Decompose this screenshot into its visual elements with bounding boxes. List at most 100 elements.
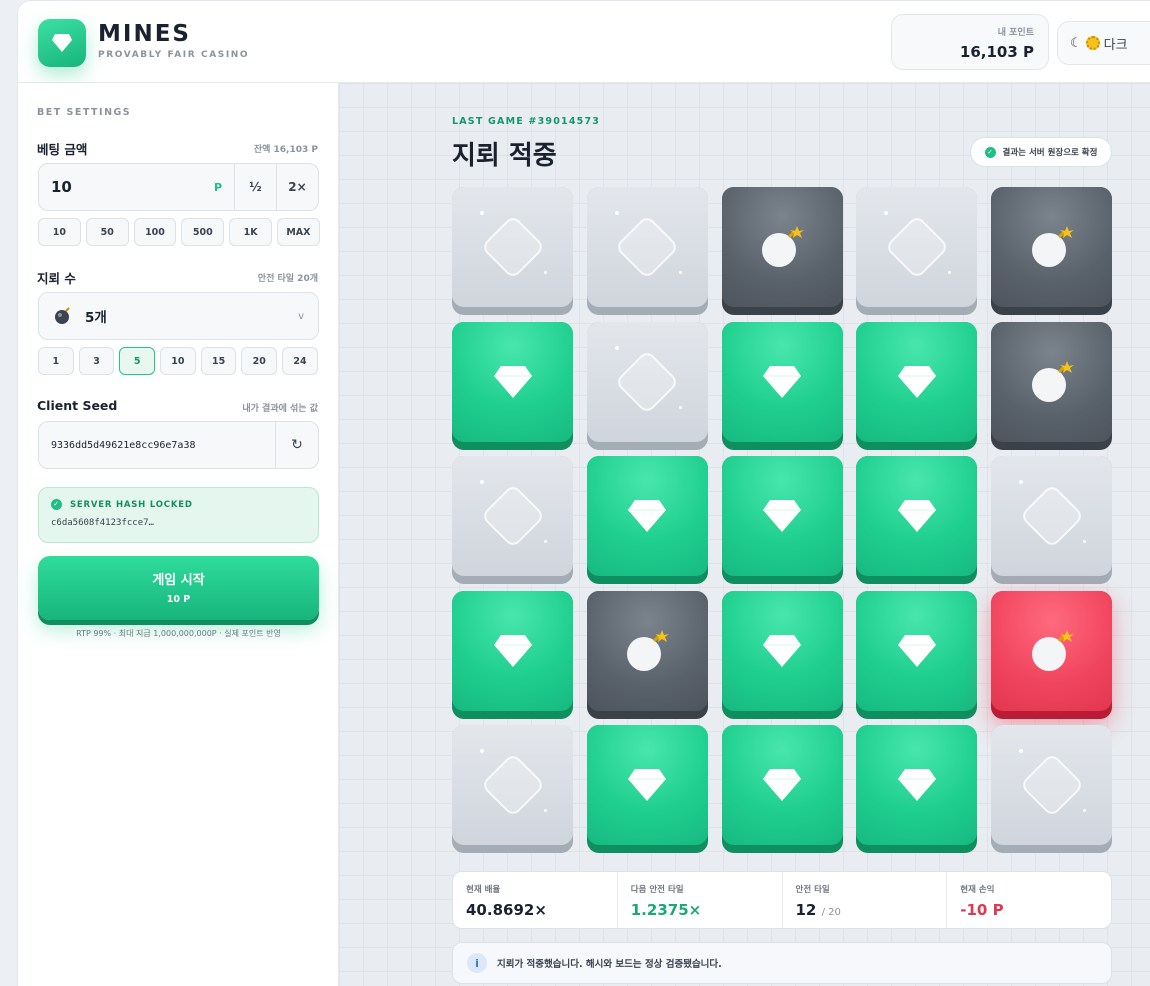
sparkle-icon bbox=[1083, 809, 1086, 812]
check-icon: ✓ bbox=[51, 499, 62, 510]
gem-icon bbox=[897, 634, 936, 667]
tile-face bbox=[586, 187, 708, 307]
mine-tile-hidden[interactable] bbox=[991, 456, 1112, 584]
mine-tile-gem[interactable] bbox=[452, 321, 573, 450]
mine-tile-bomb[interactable] bbox=[991, 187, 1112, 315]
theme-toggle-button[interactable]: ☾ 다크 bbox=[1057, 21, 1150, 65]
mines-grid bbox=[452, 187, 1112, 853]
half-bet-button[interactable]: ½ bbox=[234, 164, 276, 210]
game-board-area: LAST GAME #39014573 지뢰 적중 ✓ 결과는 서버 원장으로 … bbox=[339, 83, 1150, 986]
mine-tile-gem[interactable] bbox=[856, 456, 978, 584]
tile-face bbox=[452, 590, 573, 711]
mine-tile-boom[interactable] bbox=[991, 590, 1112, 719]
gem-icon bbox=[628, 769, 667, 801]
info-bar: i 지뢰가 적중했습니다. 해시와 보드는 정상 검증됐습니다. bbox=[452, 942, 1112, 984]
section-title: BET SETTINGS bbox=[37, 107, 132, 118]
tile-face bbox=[721, 321, 843, 442]
tile-face bbox=[856, 321, 978, 442]
brand-name: MINES bbox=[98, 21, 191, 47]
mine-count-chip[interactable]: 10 bbox=[160, 347, 196, 375]
info-icon: i bbox=[467, 953, 487, 973]
mine-tile-gem[interactable] bbox=[721, 725, 843, 853]
sparkle-icon bbox=[678, 271, 682, 274]
client-seed-value[interactable]: 9336dd5d49621e8cc96e7a38 bbox=[39, 422, 275, 468]
mine-count-chip[interactable]: 15 bbox=[200, 347, 237, 375]
mine-tile-bomb[interactable] bbox=[721, 187, 843, 315]
gem-icon bbox=[897, 365, 936, 398]
ledger-confirm-label: 결과는 서버 원장으로 확정 bbox=[1002, 148, 1098, 158]
bet-chip[interactable]: 100 bbox=[133, 218, 177, 246]
mine-count-chip[interactable]: 20 bbox=[241, 347, 278, 375]
mine-count-chip[interactable]: 5 bbox=[119, 347, 156, 375]
hidden-tile-icon bbox=[884, 214, 950, 280]
mine-tile-gem[interactable] bbox=[721, 321, 843, 450]
brand-tagline: PROVABLY FAIR CASINO bbox=[98, 50, 250, 60]
gem-icon bbox=[628, 500, 667, 532]
mine-tile-hidden[interactable] bbox=[856, 187, 978, 315]
double-bet-button[interactable]: 2× bbox=[276, 164, 318, 210]
mine-tile-gem[interactable] bbox=[856, 590, 978, 719]
rtp-note: RTP 99% · 최대 지급 1,000,000,000P · 실제 포인트 … bbox=[76, 629, 281, 638]
bet-amount-label: 베팅 금액 bbox=[37, 142, 88, 157]
stat-value-text: 1.2375× bbox=[630, 901, 702, 919]
client-seed-input[interactable]: 9336dd5d49621e8cc96e7a38 ↻ bbox=[38, 421, 319, 469]
sparkle-icon bbox=[1083, 540, 1086, 543]
bet-chip[interactable]: 1K bbox=[229, 218, 272, 246]
bet-chip[interactable]: MAX bbox=[276, 218, 320, 246]
tile-face bbox=[721, 187, 843, 307]
mines-count-label: 지뢰 수 bbox=[37, 271, 76, 286]
mine-tile-gem[interactable] bbox=[721, 590, 843, 719]
bet-amount-value[interactable]: 10 bbox=[51, 178, 72, 196]
points-display: 내 포인트 16,103 P bbox=[891, 14, 1049, 70]
mine-tile-gem[interactable] bbox=[721, 456, 843, 584]
moon-icon: ☾ bbox=[1070, 35, 1082, 51]
mine-tile-gem[interactable] bbox=[856, 321, 978, 450]
gem-logo-icon bbox=[52, 34, 72, 52]
mine-count-chip[interactable]: 24 bbox=[282, 347, 318, 375]
start-game-button[interactable]: 게임 시작 10 P bbox=[38, 556, 319, 620]
bomb-icon bbox=[1031, 226, 1074, 267]
hidden-tile-icon bbox=[479, 214, 546, 280]
mine-count-chip[interactable]: 1 bbox=[38, 347, 74, 375]
mine-tile-hidden[interactable] bbox=[586, 321, 708, 450]
mine-tile-hidden[interactable] bbox=[452, 456, 573, 584]
mine-tile-gem[interactable] bbox=[586, 725, 708, 853]
mine-tile-hidden[interactable] bbox=[452, 725, 573, 853]
mine-tile-hidden[interactable] bbox=[991, 725, 1112, 853]
gem-icon bbox=[763, 365, 801, 398]
stat-label: 현재 손익 bbox=[960, 885, 995, 895]
mine-tile-gem[interactable] bbox=[452, 590, 573, 719]
sparkle-icon bbox=[1019, 480, 1023, 484]
start-game-label: 게임 시작 bbox=[152, 573, 205, 588]
bet-settings-panel: BET SETTINGS 베팅 금액 잔액 16,103 P 10 P ½ 2×… bbox=[18, 83, 339, 986]
sparkle-icon bbox=[544, 540, 547, 543]
mine-tile-bomb[interactable] bbox=[991, 321, 1112, 450]
bet-chip[interactable]: 50 bbox=[85, 218, 129, 246]
mine-tile-hidden[interactable] bbox=[452, 187, 573, 315]
stat-value: -10 P bbox=[960, 901, 1098, 919]
gem-icon bbox=[897, 769, 936, 801]
tile-face bbox=[721, 590, 843, 711]
bet-chip[interactable]: 500 bbox=[181, 218, 225, 246]
sparkle-icon bbox=[678, 405, 682, 409]
stat-cell: 현재 손익 -10 P bbox=[947, 872, 1111, 928]
stat-label: 안전 타일 bbox=[795, 885, 830, 895]
mine-tile-gem[interactable] bbox=[856, 725, 978, 853]
mine-count-chip[interactable]: 3 bbox=[78, 347, 115, 375]
start-game-amount: 10 P bbox=[166, 594, 191, 605]
stat-value-text: -10 P bbox=[960, 901, 1004, 919]
mine-tile-bomb[interactable] bbox=[586, 590, 708, 719]
gem-icon bbox=[763, 500, 801, 532]
server-hash-title: SERVER HASH LOCKED bbox=[70, 499, 193, 510]
bomb-icon bbox=[55, 307, 70, 324]
bet-amount-input[interactable]: 10 P ½ 2× bbox=[38, 163, 319, 211]
mine-tile-hidden[interactable] bbox=[586, 187, 708, 315]
mine-tile-gem[interactable] bbox=[586, 456, 708, 584]
bet-chip[interactable]: 10 bbox=[38, 218, 81, 246]
tile-face bbox=[721, 725, 843, 845]
refresh-seed-button[interactable]: ↻ bbox=[275, 422, 318, 468]
ledger-confirm-badge: ✓ 결과는 서버 원장으로 확정 bbox=[970, 137, 1112, 167]
hidden-tile-icon bbox=[1018, 752, 1085, 818]
mines-count-select[interactable]: 5개 v bbox=[38, 292, 319, 340]
bomb-icon bbox=[1031, 360, 1074, 402]
